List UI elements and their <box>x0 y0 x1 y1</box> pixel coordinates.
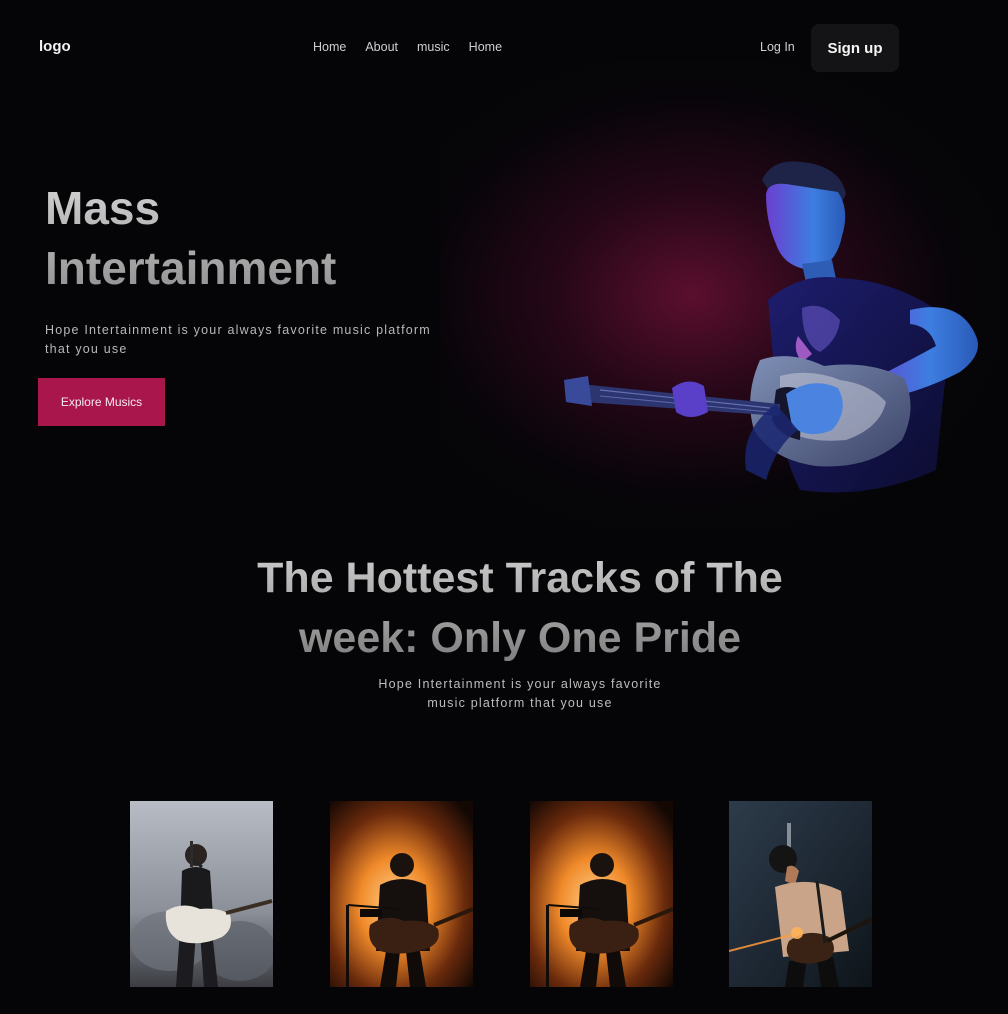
hero-title-line-2: Intertainment <box>45 242 337 294</box>
section-title-line-2: week: Only One Pride <box>298 614 742 662</box>
nav-link-home[interactable]: Home <box>313 40 346 54</box>
track-card-1[interactable] <box>130 801 273 987</box>
hero-title-line-1: Mass <box>45 182 161 234</box>
female-guitarist-photo-icon <box>130 801 273 987</box>
logo[interactable]: logo <box>39 38 71 55</box>
guitarist-photo-icon <box>564 161 978 493</box>
login-link[interactable]: Log In <box>760 40 795 54</box>
landing-page: logo Home About music Home Log In Sign u… <box>0 0 1008 1014</box>
stage-guitarist-photo-icon <box>530 801 673 987</box>
track-card-3[interactable] <box>530 801 673 987</box>
studio-guitarist-photo-icon <box>729 801 872 987</box>
hero-title: Mass Intertainment <box>45 178 336 298</box>
section-subtitle-line-2: music platform that you use <box>427 696 613 710</box>
nav-link-about[interactable]: About <box>365 40 398 54</box>
section-subtitle: Hope Intertainment is your always favori… <box>0 675 1008 713</box>
nav-link-music[interactable]: music <box>417 40 450 54</box>
signup-button[interactable]: Sign up <box>811 24 899 72</box>
guitarist-hero-image <box>540 140 1000 520</box>
main-nav: Home About music Home <box>313 40 521 54</box>
section-title-line-1: The Hottest Tracks of The <box>257 554 783 602</box>
explore-musics-button[interactable]: Explore Musics <box>38 378 165 426</box>
track-card-4[interactable] <box>729 801 872 987</box>
section-subtitle-line-1: Hope Intertainment is your always favori… <box>378 677 662 691</box>
stage-guitarist-photo-icon <box>330 801 473 987</box>
track-card-2[interactable] <box>330 801 473 987</box>
section-title: The Hottest Tracks of The week: Only One… <box>0 548 1008 668</box>
nav-link-home-2[interactable]: Home <box>469 40 502 54</box>
hero-subtitle: Hope Intertainment is your always favori… <box>45 323 431 356</box>
